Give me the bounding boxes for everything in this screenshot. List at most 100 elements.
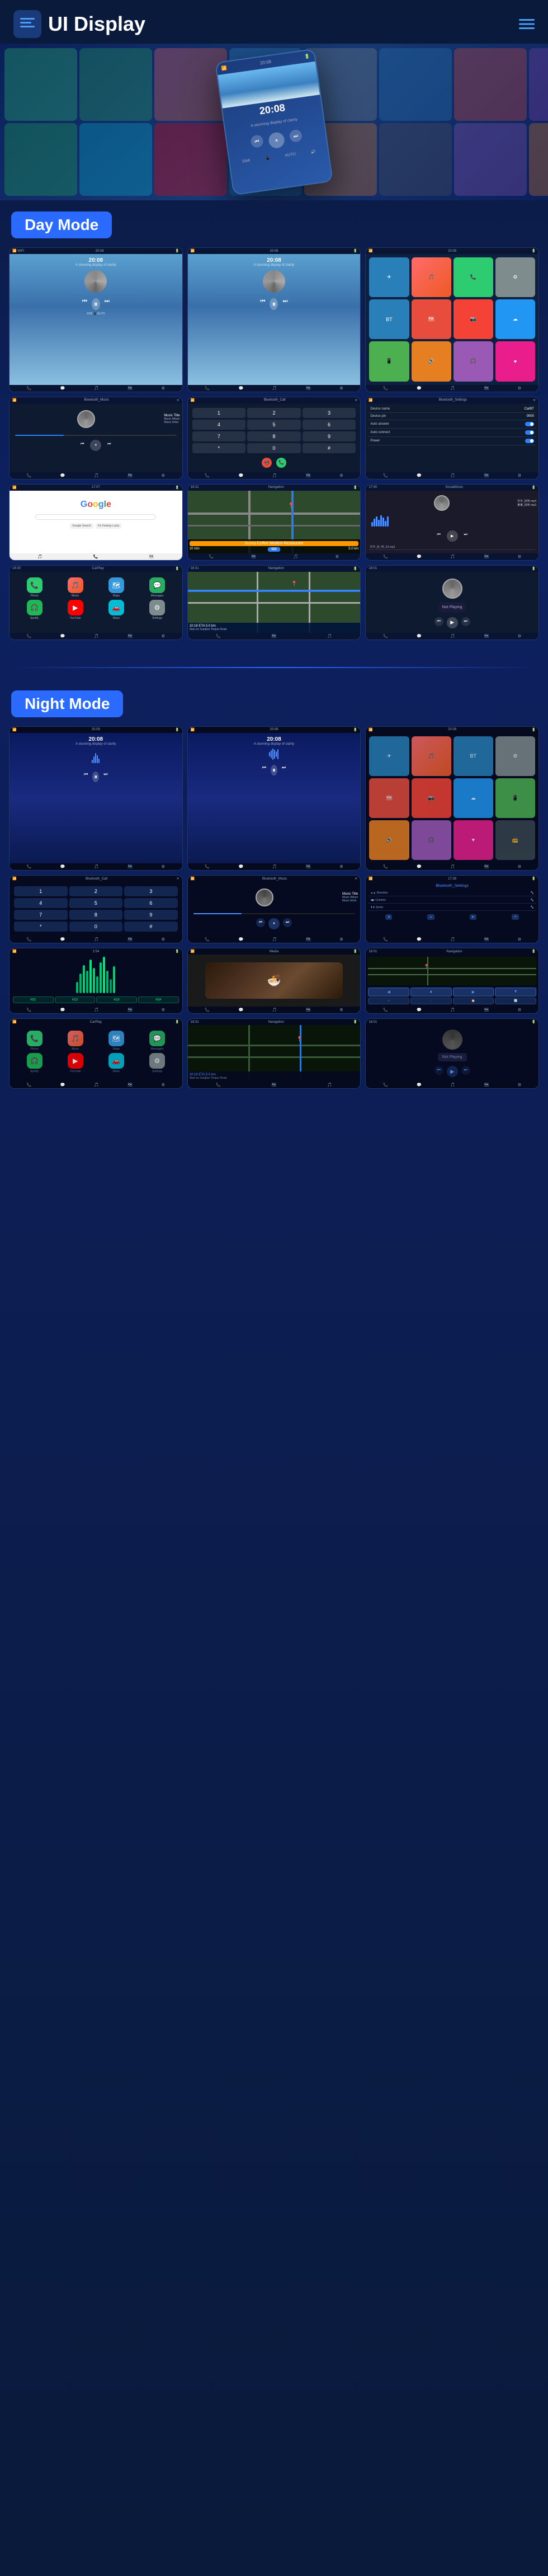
numpad-2[interactable]: 2: [247, 408, 301, 418]
nav-ctrl-6[interactable]: -: [410, 998, 452, 1004]
day-not-playing: 18:01🔋 Not Playing ⏮ ▶ ⏭ 📞💬🎵🗺⚙: [365, 565, 539, 640]
night-play-btn[interactable]: ▶: [447, 1066, 458, 1077]
not-playing-next[interactable]: ⏭: [461, 617, 470, 626]
device-name-row: Device name CarBT: [368, 406, 536, 413]
auto-connect-row: Auto connect: [368, 429, 536, 437]
night-numpad-0[interactable]: 0: [69, 922, 123, 932]
nav-ctrl-1[interactable]: ◀: [368, 988, 409, 996]
top-menu-icon[interactable]: [519, 15, 535, 33]
night-cp-yt[interactable]: ▶ YouTube: [56, 1053, 95, 1073]
day-bt-call: 📶 Bluetooth_Call ✕ 1 2 3 4 5 6 7 8 9: [187, 397, 361, 480]
day-home-screen-3: 📶20:08🔋 ✈ 🎵 📞 ⚙ BT 🗺 📷 ☁ 📱 🔊 🎧: [365, 247, 539, 392]
header-logo: UI Display: [13, 10, 145, 38]
nav-ctrl-8[interactable]: 🔄: [495, 998, 536, 1004]
numpad-4[interactable]: 4: [192, 420, 246, 430]
not-playing-prev[interactable]: ⏮: [434, 617, 443, 626]
night-bt-call: 📶 Bluetooth_Call ✕ 1 2 3 4 5 6 7 8 9: [9, 875, 183, 943]
bt-music-title: Bluetooth_Music: [84, 398, 108, 402]
day-nav-map-2: 18:31Navigation🔋 📍 10:16 ETA 5.0 km Star…: [187, 565, 361, 640]
night-home-2: 📶20:08🔋 20:08 A stunning display of clar…: [187, 726, 361, 871]
night-row-1: 📶20:08🔋 20:08 A stunning display of clar…: [0, 726, 548, 871]
day-time-1: 20:08: [10, 254, 182, 264]
night-cp-music[interactable]: 🎵 Music: [56, 1031, 95, 1051]
numpad-star[interactable]: *: [192, 443, 246, 453]
auto-answer-toggle[interactable]: [525, 422, 534, 426]
night-cp-phone[interactable]: 📞 Phone: [15, 1031, 54, 1051]
numpad-5[interactable]: 5: [247, 420, 301, 430]
night-numpad-3[interactable]: 3: [124, 886, 178, 896]
power-toggle[interactable]: [525, 439, 534, 443]
night-numpad-5[interactable]: 5: [69, 898, 123, 908]
night-settings-btn-4[interactable]: ▼: [512, 914, 519, 920]
night-settings-btn-1[interactable]: ◀: [385, 914, 392, 920]
not-playing-play[interactable]: ▶: [447, 617, 458, 628]
nav-ctrl-5[interactable]: +: [368, 998, 409, 1004]
night-cp-maps[interactable]: 🗺 Maps: [97, 1031, 135, 1051]
cp-messages-app[interactable]: 💬 Messages: [138, 577, 176, 598]
numpad-1[interactable]: 1: [192, 408, 246, 418]
cp-maps-app[interactable]: 🗺 Maps: [97, 577, 135, 598]
night-settings-btn-2[interactable]: ▲: [427, 914, 434, 920]
hero-section: 📶20:08🔋 20:08 A stunning display of clar…: [0, 44, 548, 200]
day-home-screen-1: 📶 WiFi20:08🔋 20:08 A stunning display of…: [9, 247, 183, 392]
nav-ctrl-3[interactable]: ▶: [453, 988, 494, 996]
answer-call-btn[interactable]: 📞: [276, 458, 286, 468]
numpad-3[interactable]: 3: [303, 408, 356, 418]
night-numpad-hash[interactable]: #: [124, 922, 178, 932]
night-nav-controls: 18:01Navigation🔋 📍 ◀ ▲ ▶ ▼: [365, 948, 539, 1014]
night-numpad-2[interactable]: 2: [69, 886, 123, 896]
night-numpad-7[interactable]: 7: [14, 910, 68, 920]
eq-btn-2[interactable]: EQ2: [55, 996, 96, 1003]
numpad-hash[interactable]: #: [303, 443, 356, 453]
end-call-btn[interactable]: 📵: [262, 458, 272, 468]
cp-phone-app[interactable]: 📞 Phone: [15, 577, 54, 598]
night-cp-settings[interactable]: ⚙ Settings: [138, 1053, 176, 1073]
numpad-9[interactable]: 9: [303, 431, 356, 441]
nav-ctrl-2[interactable]: ▲: [410, 988, 452, 996]
nav-ctrl-4[interactable]: ▼: [495, 988, 536, 996]
waveform-display: [368, 515, 536, 527]
night-home-1: 📶20:08🔋 20:08 A stunning display of clar…: [9, 726, 183, 871]
night-cp-waze[interactable]: 🚗 Waze: [97, 1053, 135, 1073]
nav-ctrl-7[interactable]: 🏠: [453, 998, 494, 1004]
night-numpad-8[interactable]: 8: [69, 910, 123, 920]
day-mode-section: Day Mode 📶 WiFi20:08🔋 20:08 A stunning d…: [0, 200, 548, 656]
night-cp-msgs[interactable]: 💬 Messages: [138, 1031, 176, 1051]
night-media-screen: 📶Media🔋 🍜 📞💬🎵🗺⚙: [187, 948, 361, 1014]
eq-btn-4[interactable]: EQ4: [138, 996, 179, 1003]
numpad-0[interactable]: 0: [247, 443, 301, 453]
night-row-3: 📶1:54🔋: [0, 948, 548, 1014]
night-album-art: [442, 1030, 462, 1050]
cp-waze-app[interactable]: 🚗 Waze: [97, 600, 135, 620]
night-numpad-star[interactable]: *: [14, 922, 68, 932]
night-numpad-1[interactable]: 1: [14, 886, 68, 896]
auto-connect-toggle[interactable]: [525, 430, 534, 435]
next-icon: ⏭: [289, 129, 303, 143]
numpad-7[interactable]: 7: [192, 431, 246, 441]
night-settings-btn-3[interactable]: ▶: [470, 914, 476, 920]
google-search-btn[interactable]: Google Search: [70, 523, 93, 529]
device-pin-row: Device pin 0000: [368, 413, 536, 420]
go-button[interactable]: GO: [268, 547, 280, 552]
night-numpad-4[interactable]: 4: [14, 898, 68, 908]
day-row-2: 📶 Bluetooth_Music ✕ Music Title Music Al…: [0, 397, 548, 480]
google-lucky-btn[interactable]: I'm Feeling Lucky: [96, 523, 122, 529]
night-numpad-6[interactable]: 6: [124, 898, 178, 908]
night-not-playing: 18:01🔋 Not Playing ⏮ ▶ ⏭ 📞💬🎵🗺⚙: [365, 1018, 539, 1089]
google-search-input[interactable]: [35, 514, 156, 520]
night-mode-label: Night Mode: [11, 690, 123, 717]
prev-icon: ⏮: [250, 134, 264, 148]
night-next-btn[interactable]: ⏭: [461, 1066, 470, 1075]
cp-music-app[interactable]: 🎵 Music: [56, 577, 95, 598]
eq-btn-1[interactable]: EQ1: [13, 996, 54, 1003]
numpad-6[interactable]: 6: [303, 420, 356, 430]
eq-btn-3[interactable]: EQ3: [96, 996, 137, 1003]
cp-settings-app[interactable]: ⚙ Settings: [138, 600, 176, 620]
night-prev-btn[interactable]: ⏮: [434, 1066, 443, 1075]
numpad-8[interactable]: 8: [247, 431, 301, 441]
day-social-music: 17:40 SocialMusic 🔋 华平_好听.mp4 某某_好听.mp3: [365, 484, 539, 561]
cp-yt-app[interactable]: ▶ YouTube: [56, 600, 95, 620]
night-numpad-9[interactable]: 9: [124, 910, 178, 920]
night-cp-spotify[interactable]: 🎧 Spotify: [15, 1053, 54, 1073]
cp-spotify-app[interactable]: 🎧 Spotify: [15, 600, 54, 620]
